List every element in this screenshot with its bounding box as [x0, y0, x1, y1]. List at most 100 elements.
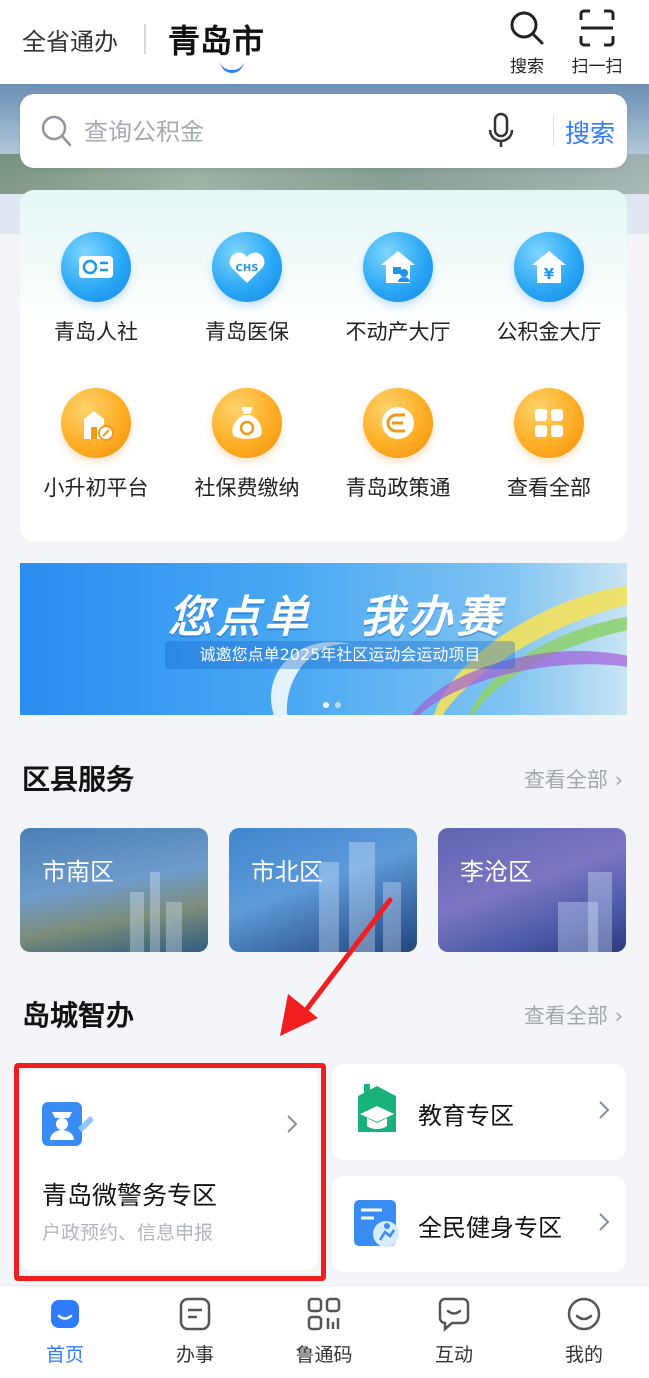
district-building: [166, 902, 182, 952]
district-card-licang[interactable]: 李沧区: [438, 828, 626, 952]
bottom-nav: 首页 办事 鲁通码 互动 我的: [0, 1285, 649, 1378]
service-label: 不动产大厅: [345, 320, 451, 344]
district-view-all-link[interactable]: 查看全部 ›: [524, 764, 623, 794]
banner-dot-active: [323, 702, 329, 708]
service-label: 社保费缴纳: [194, 476, 300, 500]
svg-text:¥: ¥: [544, 265, 555, 283]
education-cap-icon: [358, 1084, 396, 1132]
search-icon: [510, 11, 544, 45]
service-view-all[interactable]: 查看全部: [474, 388, 624, 528]
district-section-title: 区县服务: [22, 763, 135, 796]
district-card-shibei[interactable]: 市北区: [229, 828, 417, 952]
housing-fund-yen-icon: ¥: [532, 251, 566, 283]
fitness-runner-icon: [354, 1200, 399, 1247]
city-active-indicator: [220, 60, 244, 73]
all-apps-grid-icon: [535, 409, 563, 437]
police-zone-card[interactable]: 青岛微警务专区 户政预约、信息申报: [20, 1068, 318, 1270]
banner-pagination: [320, 693, 344, 712]
nav-home[interactable]: 首页: [0, 1286, 130, 1378]
service-qingdao-medical-insurance[interactable]: CHS 青岛医保: [172, 232, 322, 372]
smart-view-all-link[interactable]: 查看全部 ›: [524, 1000, 623, 1030]
nav-mine-label: 我的: [564, 1344, 603, 1366]
search-input[interactable]: [82, 108, 486, 156]
search-submit-button[interactable]: 搜索: [555, 114, 625, 150]
nav-affairs[interactable]: 办事: [130, 1286, 260, 1378]
fitness-zone-card[interactable]: 全民健身专区: [332, 1176, 626, 1272]
social-security-card-icon: [79, 256, 113, 278]
service-label: 青岛医保: [205, 320, 289, 344]
chat-bubble-icon: [438, 1297, 470, 1332]
service-primary-to-middle-school[interactable]: 小升初平台: [21, 388, 171, 528]
qr-code-icon: [307, 1297, 341, 1331]
header-scan-button[interactable]: 扫一扫: [567, 8, 627, 78]
service-real-estate-hall[interactable]: 不动产大厅: [323, 232, 473, 372]
medical-insurance-heart-icon: CHS: [229, 252, 265, 283]
city-selector[interactable]: 青岛市: [168, 16, 264, 62]
service-icon-bg: [61, 388, 131, 458]
top-bar: 全省通办 青岛市 搜索 扫一扫: [0, 0, 649, 84]
search-icon: [41, 115, 72, 147]
service-social-insurance-payment[interactable]: 社保费缴纳: [172, 388, 322, 528]
nav-code-label: 鲁通码: [295, 1344, 353, 1366]
district-building: [588, 872, 612, 952]
service-label: 公积金大厅: [496, 320, 602, 344]
service-qingdao-social-security[interactable]: 青岛人社: [21, 232, 171, 372]
district-view-all-label: 查看全部: [523, 768, 608, 792]
district-building: [383, 882, 401, 952]
district-card-shinan[interactable]: 市南区: [20, 828, 208, 952]
promo-banner[interactable]: 您点单 我办赛 诚邀您点单2025年社区运动会运动项目: [20, 563, 627, 715]
district-label: 市南区: [42, 858, 114, 886]
chevron-right-icon: ›: [614, 1004, 623, 1028]
service-icon-bg: [212, 388, 282, 458]
service-icon-bg: ¥: [514, 232, 584, 302]
district-building: [130, 892, 144, 952]
nav-affairs-label: 办事: [175, 1344, 214, 1366]
district-label: 李沧区: [460, 858, 532, 886]
banner-subtitle: 诚邀您点单2025年社区运动会运动项目: [165, 641, 515, 669]
money-bag-icon: [232, 407, 262, 439]
scan-icon: [579, 9, 615, 47]
service-icon-bg: [514, 388, 584, 458]
chevron-right-icon: [599, 1101, 610, 1119]
service-icon-bg: [61, 232, 131, 302]
search-bar: 搜索: [20, 94, 627, 168]
service-label: 小升初平台: [43, 476, 149, 500]
header-divider: [144, 24, 146, 54]
service-grid: 青岛人社 CHS 青岛医保 不动产大厅 ¥ 公积金大厅 小升初平台 社保费缴纳 …: [20, 190, 627, 541]
chevron-right-icon: [599, 1213, 610, 1231]
banner-title: 您点单 我办赛: [168, 592, 504, 643]
header-search-button[interactable]: 搜索: [497, 8, 557, 78]
fitness-zone-label: 全民健身专区: [418, 1214, 562, 1242]
district-label: 市北区: [251, 858, 323, 886]
chevron-right-icon: [287, 1115, 298, 1133]
nav-interact[interactable]: 互动: [389, 1286, 519, 1378]
district-building: [150, 872, 160, 952]
banner-dot: [335, 702, 341, 708]
education-zone-card[interactable]: 教育专区: [332, 1064, 626, 1160]
header-scan-label: 扫一扫: [571, 57, 623, 77]
service-label: 青岛政策通: [345, 476, 451, 500]
service-housing-fund-hall[interactable]: ¥ 公积金大厅: [474, 232, 624, 372]
service-qingdao-policy-hub[interactable]: 青岛政策通: [323, 388, 473, 528]
service-label: 查看全部: [507, 476, 591, 500]
user-face-icon: [567, 1297, 601, 1331]
nav-lutong-code[interactable]: 鲁通码: [259, 1286, 389, 1378]
education-zone-label: 教育专区: [418, 1102, 514, 1130]
service-icon-bg: [363, 388, 433, 458]
service-icon-bg: CHS: [212, 232, 282, 302]
police-officer-icon: [42, 1102, 94, 1146]
smart-view-all-label: 查看全部: [523, 1004, 608, 1028]
real-estate-house-icon: [381, 251, 415, 283]
policy-coin-icon: [382, 407, 414, 439]
smart-section-title: 岛城智办: [22, 999, 135, 1032]
header-search-label: 搜索: [510, 57, 544, 77]
nav-mine[interactable]: 我的: [519, 1286, 649, 1378]
police-zone-subtitle: 户政预约、信息申报: [42, 1222, 214, 1244]
service-icon-bg: [363, 232, 433, 302]
police-zone-title: 青岛微警务专区: [42, 1181, 218, 1210]
microphone-icon[interactable]: [486, 112, 516, 150]
nav-home-label: 首页: [45, 1344, 84, 1366]
province-switch[interactable]: 全省通办: [22, 22, 118, 57]
school-building-icon: [84, 411, 114, 441]
service-label: 青岛人社: [54, 320, 138, 344]
